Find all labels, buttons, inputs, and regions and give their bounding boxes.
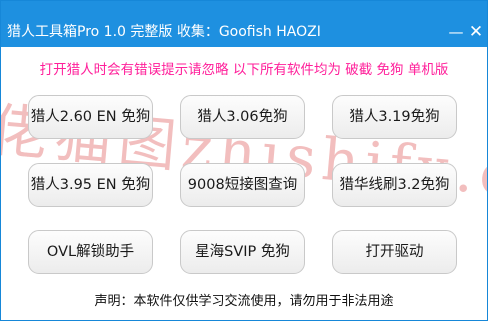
hunter-3-19-button[interactable]: 猎人3.19免狗	[332, 95, 457, 139]
hunter-3-95-en-button[interactable]: 猎人3.95 EN 免狗	[28, 163, 153, 207]
hunter-3-06-button[interactable]: 猎人3.06免狗	[180, 95, 305, 139]
xinghai-svip-button[interactable]: 星海SVIP 免狗	[180, 230, 305, 274]
app-window: 猎人工具箱Pro 1.0 完整版 收集：Goofish HAOZI — ✕ 打开…	[0, 0, 488, 321]
window-title: 猎人工具箱Pro 1.0 完整版 收集：Goofish HAOZI	[7, 24, 321, 40]
9008-shortcut-lookup-button[interactable]: 9008短接图查询	[180, 163, 305, 207]
notice-text: 打开猎人时会有错误提示请忽略 以下所有软件均为 破截 免狗 单机版	[39, 62, 449, 78]
liehua-flash-button[interactable]: 猎华线刷3.2免狗	[332, 163, 457, 207]
ovl-unlock-button[interactable]: OVL解锁助手	[28, 230, 153, 274]
hunter-2-60-en-button[interactable]: 猎人2.60 EN 免狗	[28, 95, 153, 139]
disclaimer-text: 声明：本软件仅供学习交流使用，请勿用于非法用途	[94, 294, 394, 309]
minimize-button[interactable]: —	[447, 23, 465, 41]
title-bar[interactable]: 猎人工具箱Pro 1.0 完整版 收集：Goofish HAOZI — ✕	[1, 1, 487, 47]
close-button[interactable]: ✕	[467, 23, 485, 41]
open-driver-button[interactable]: 打开驱动	[332, 230, 457, 274]
